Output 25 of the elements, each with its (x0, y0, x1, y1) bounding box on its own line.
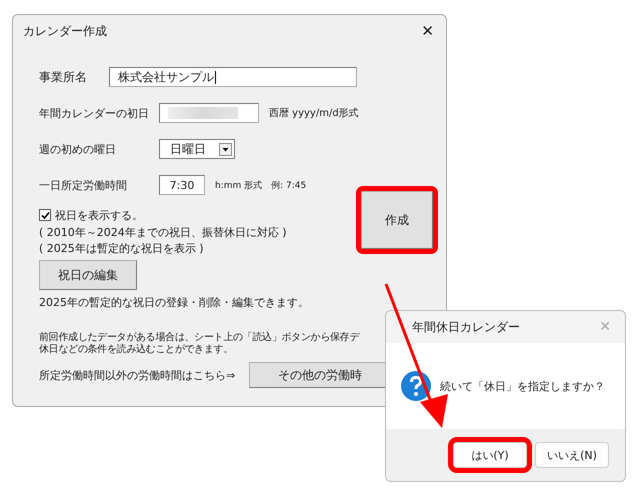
format-hint: h:mm 形式 例: 7:45 (215, 180, 306, 192)
input-field[interactable]: 株式会社サンプル (109, 67, 357, 87)
field-label: 年間カレンダーの初日 (39, 106, 150, 120)
note-text: 所定労働時間以外の労働時間はこちら⇒ (39, 368, 236, 382)
edit-holidays-button[interactable]: 祝日の編集 (39, 260, 137, 290)
field-label: 週の初めの曜日 (39, 142, 117, 156)
dialog-message: 続いて「休日」を指定しますか？ (440, 378, 605, 394)
dropdown[interactable]: 日曜日 (159, 139, 235, 159)
input-field[interactable]: 7:30 (159, 175, 205, 195)
field-label: 一日所定労働時間 (39, 178, 128, 192)
checkbox[interactable] (39, 209, 51, 221)
note-text: 2025年の暫定的な祝日の登録・削除・編集できます。 (39, 295, 310, 310)
checkbox-label: 祝日を表示する。 (55, 208, 143, 222)
window-title: カレンダー作成 (23, 22, 107, 40)
input-field[interactable] (159, 103, 259, 123)
field-label: 事業所名 (39, 68, 88, 86)
question-icon (400, 370, 432, 402)
note-text: ( 2025年は暫定的な祝日を表示 ) (39, 241, 205, 257)
dialog-title: 年間休日カレンダー (412, 318, 520, 336)
close-button[interactable]: ✕ (417, 22, 438, 40)
note-text: ( 2010年～2024年までの祝日、振替休日に対応 ) (39, 225, 288, 241)
dialog-button[interactable]: いいえ(N) (535, 442, 609, 468)
note-text: 前回作成したデータがある場合は、シート上の「読込」ボタンから保存デ (39, 332, 361, 344)
format-hint: 西暦 yyyy/m/d形式 (269, 106, 359, 120)
note-text: 休日などの条件を読み込むことができます。 (39, 344, 234, 356)
